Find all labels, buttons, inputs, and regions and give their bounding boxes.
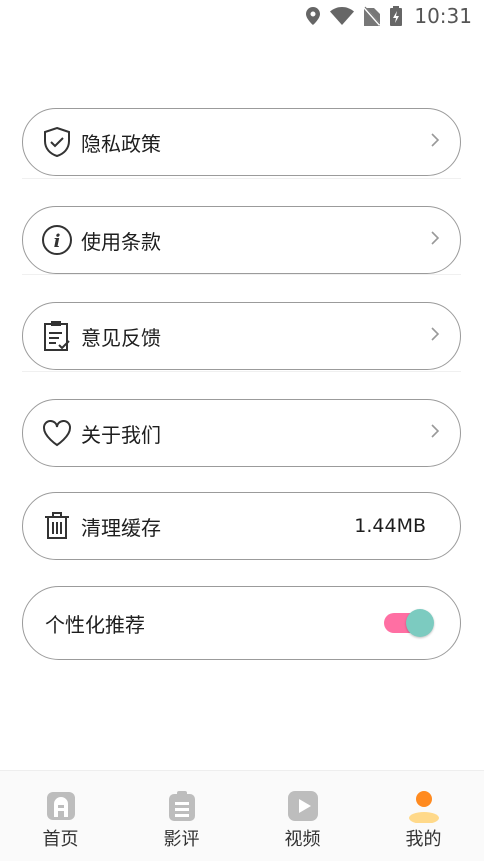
home-icon xyxy=(44,789,78,823)
terms-of-use-label: 使用条款 xyxy=(81,229,161,254)
personalized-recommendation-label: 个性化推荐 xyxy=(45,612,145,637)
about-us-label: 关于我们 xyxy=(81,422,161,447)
chevron-right-icon xyxy=(430,230,440,250)
user-icon xyxy=(407,789,441,824)
svg-text:i: i xyxy=(54,231,61,252)
location-icon xyxy=(306,7,321,25)
clear-cache-item[interactable]: 清理缓存 1.44MB xyxy=(22,492,461,560)
toggle-thumb xyxy=(406,609,434,637)
personalized-recommendation-toggle[interactable] xyxy=(384,608,436,638)
clipboard-icon xyxy=(41,320,73,352)
about-us-item[interactable]: 关于我们 xyxy=(22,399,461,467)
shield-check-icon xyxy=(41,126,73,158)
chevron-right-icon xyxy=(430,132,440,152)
wifi-icon xyxy=(330,7,355,25)
feedback-item[interactable]: 意见反馈 xyxy=(22,302,461,370)
no-sim-icon xyxy=(364,6,381,26)
privacy-policy-item[interactable]: 隐私政策 xyxy=(22,108,461,176)
review-icon xyxy=(165,789,199,823)
trash-icon xyxy=(41,510,73,542)
battery-charging-icon xyxy=(390,6,403,26)
divider xyxy=(22,274,461,275)
chevron-right-icon xyxy=(430,326,440,346)
clock: 10:31 xyxy=(414,4,472,28)
status-bar: 10:31 xyxy=(0,0,484,32)
personalized-recommendation-item: 个性化推荐 xyxy=(22,586,461,660)
feedback-label: 意见反馈 xyxy=(81,325,161,350)
tab-mine-label: 我的 xyxy=(405,829,442,850)
chevron-right-icon xyxy=(430,423,440,443)
info-icon: i xyxy=(41,224,73,256)
play-icon xyxy=(286,789,320,823)
privacy-policy-label: 隐私政策 xyxy=(81,131,161,156)
tab-home-label: 首页 xyxy=(42,829,79,850)
terms-of-use-item[interactable]: i 使用条款 xyxy=(22,206,461,274)
divider xyxy=(22,371,461,372)
heart-icon xyxy=(41,417,73,449)
divider xyxy=(22,178,461,179)
tab-videos[interactable]: 视频 xyxy=(242,771,363,861)
tab-mine[interactable]: 我的 xyxy=(363,771,484,861)
clear-cache-label: 清理缓存 xyxy=(81,515,161,540)
tab-reviews-label: 影评 xyxy=(163,829,200,850)
cache-size: 1.44MB xyxy=(354,515,426,537)
tab-reviews[interactable]: 影评 xyxy=(121,771,242,861)
bottom-tab-bar: 首页 影评 视频 我的 xyxy=(0,770,484,861)
tab-home[interactable]: 首页 xyxy=(0,771,121,861)
tab-videos-label: 视频 xyxy=(284,829,321,850)
